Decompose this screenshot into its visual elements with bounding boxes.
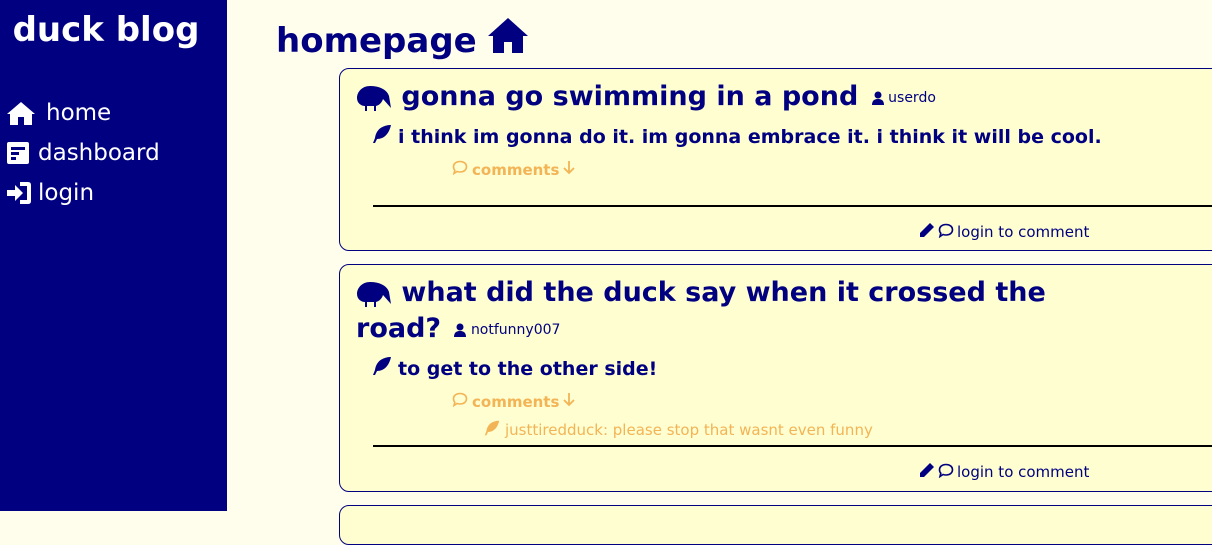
kiwi-icon xyxy=(356,277,401,308)
post-body-text: i think im gonna do it. im gonna embrace… xyxy=(398,126,1102,148)
post-author: notfunny007 xyxy=(454,322,560,338)
post-card: gonna go swimming in a pond userdo i thi… xyxy=(339,68,1212,251)
post-card xyxy=(339,505,1212,545)
post-body: to get to the other side! xyxy=(372,356,657,382)
comment-text: justtiredduck: please stop that wasnt ev… xyxy=(505,421,873,439)
divider xyxy=(373,445,1212,447)
post-card: what did the duck say when it crossed th… xyxy=(339,264,1212,492)
feather-icon xyxy=(484,420,500,440)
user-icon xyxy=(454,322,470,338)
page-title-text: homepage xyxy=(276,21,477,61)
post-author-name: userdo xyxy=(888,89,936,106)
comments-toggle[interactable]: comments xyxy=(452,160,576,179)
sidebar: duck blog home dashboard login xyxy=(0,0,227,511)
page-title: homepage xyxy=(276,16,529,66)
home-icon xyxy=(487,16,529,66)
sidebar-item-label: dashboard xyxy=(38,140,160,166)
post-title-text: gonna go swimming in a pond xyxy=(401,81,859,112)
comment-item: justtiredduck: please stop that wasnt ev… xyxy=(484,420,873,440)
login-icon xyxy=(6,181,38,205)
post-body: i think im gonna do it. im gonna embrace… xyxy=(372,124,1102,150)
comments-toggle[interactable]: comments xyxy=(452,392,576,411)
post-title[interactable]: what did the duck say when it crossed th… xyxy=(356,275,1046,311)
post-title-text: road? xyxy=(356,313,442,344)
post-title-continued[interactable]: road? notfunny007 xyxy=(356,311,560,348)
feather-icon xyxy=(372,124,392,150)
comment-icon xyxy=(938,463,954,482)
kiwi-icon xyxy=(356,81,401,112)
sidebar-item-home[interactable]: home xyxy=(6,98,111,128)
divider xyxy=(373,205,1212,207)
comments-label: comments xyxy=(472,392,560,411)
login-to-comment-link[interactable]: login to comment xyxy=(919,462,1089,482)
arrow-down-icon xyxy=(563,160,576,179)
sidebar-item-label: login xyxy=(38,180,95,206)
feather-icon xyxy=(372,356,392,382)
login-to-comment-label: login to comment xyxy=(957,463,1090,481)
comment-icon xyxy=(938,223,954,242)
sidebar-item-dashboard[interactable]: dashboard xyxy=(6,138,160,168)
sidebar-item-login[interactable]: login xyxy=(6,178,94,208)
sidebar-item-label: home xyxy=(46,100,112,126)
post-author: userdo xyxy=(871,89,936,106)
comments-label: comments xyxy=(472,160,560,179)
post-author-name: notfunny007 xyxy=(470,321,561,338)
user-icon xyxy=(871,90,888,106)
pencil-icon xyxy=(919,222,935,242)
login-to-comment-label: login to comment xyxy=(957,223,1090,241)
comment-icon xyxy=(452,160,468,179)
arrow-down-icon xyxy=(563,392,576,411)
home-icon xyxy=(6,100,38,126)
comment-icon xyxy=(452,392,468,411)
login-to-comment-link[interactable]: login to comment xyxy=(919,222,1089,242)
post-body-text: to get to the other side! xyxy=(398,358,658,380)
post-title[interactable]: gonna go swimming in a pond userdo xyxy=(356,79,936,116)
post-title-text: what did the duck say when it crossed th… xyxy=(401,277,1046,308)
brand-title[interactable]: duck blog xyxy=(0,8,212,52)
pencil-icon xyxy=(919,462,935,482)
dashboard-icon xyxy=(6,141,38,165)
